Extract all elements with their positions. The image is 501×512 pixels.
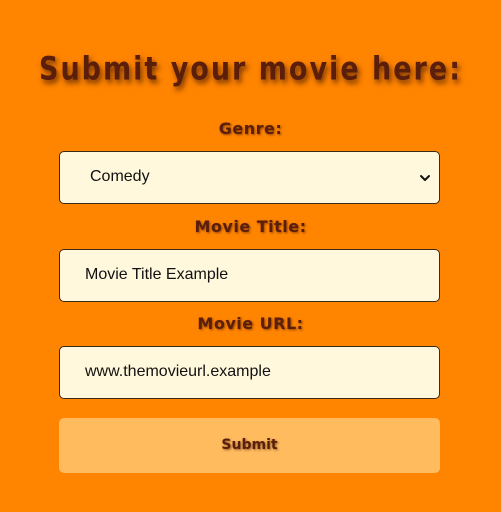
movie-title-input[interactable]: Movie Title Example [59,249,440,302]
submit-button[interactable]: Submit [59,418,440,473]
page-title: Submit your movie here: [39,51,462,88]
genre-label: Genre: [218,119,283,138]
genre-select[interactable]: Comedy [59,151,440,204]
genre-select-value: Comedy [90,168,150,185]
movie-title-value: Movie Title Example [85,266,229,283]
chevron-down-icon [419,171,431,183]
movie-url-value: www.themovieurl.example [85,363,271,380]
movie-url-label: Movie URL: [197,314,304,333]
movie-url-input[interactable]: www.themovieurl.example [59,346,440,399]
movie-title-label: Movie Title: [194,217,307,236]
